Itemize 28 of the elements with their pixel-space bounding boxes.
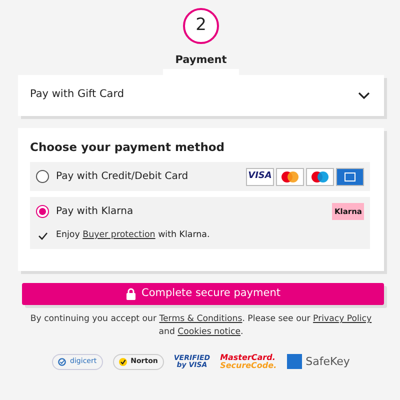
link[interactable]: Cookies notice (178, 327, 241, 338)
chevron-icon[interactable] (358, 90, 370, 100)
section-title: Choose your payment method (30, 138, 226, 156)
link[interactable]: Privacy Policy (313, 314, 372, 324)
link[interactable]: Buyer protection (82, 230, 156, 240)
payment-button[interactable]: Complete secure payment (22, 283, 384, 306)
gift-card-panel[interactable]: Pay with Gift Card (18, 74, 384, 116)
lock-icon (126, 288, 136, 300)
step-number: 2 (183, 8, 219, 44)
radio-button[interactable] (36, 170, 49, 183)
legal-text: By continuing you accept our Terms & Conditions. Please see our Privacy Policy and Cookies notice. (29, 313, 373, 340)
radio-button[interactable] (36, 205, 49, 218)
visa-card-logo: VISA (246, 168, 274, 186)
link[interactable]: Terms & Conditions (159, 314, 242, 324)
check-circle-icon (58, 358, 66, 366)
mastercard-logo (276, 168, 304, 186)
payment-option[interactable]: Pay with Credit/Debit Card VISA (30, 162, 370, 191)
amex-safekey-seal: SafeKey (286, 354, 350, 370)
check-circle-icon (118, 358, 127, 366)
step-label: Payment (174, 53, 228, 68)
gift-card-label: Pay with Gift Card (30, 87, 124, 102)
maestro-logo (306, 168, 334, 186)
option-label: Pay with Credit/Debit Card (56, 170, 188, 184)
option-label: Pay with Klarna (56, 205, 134, 219)
check-icon (38, 232, 48, 240)
amex-logo (336, 168, 364, 186)
protection-note: Enjoy Buyer protection with Klarna. (56, 229, 210, 242)
mastercard-securecode-label: MasterCard. SecureCode. (220, 354, 277, 370)
